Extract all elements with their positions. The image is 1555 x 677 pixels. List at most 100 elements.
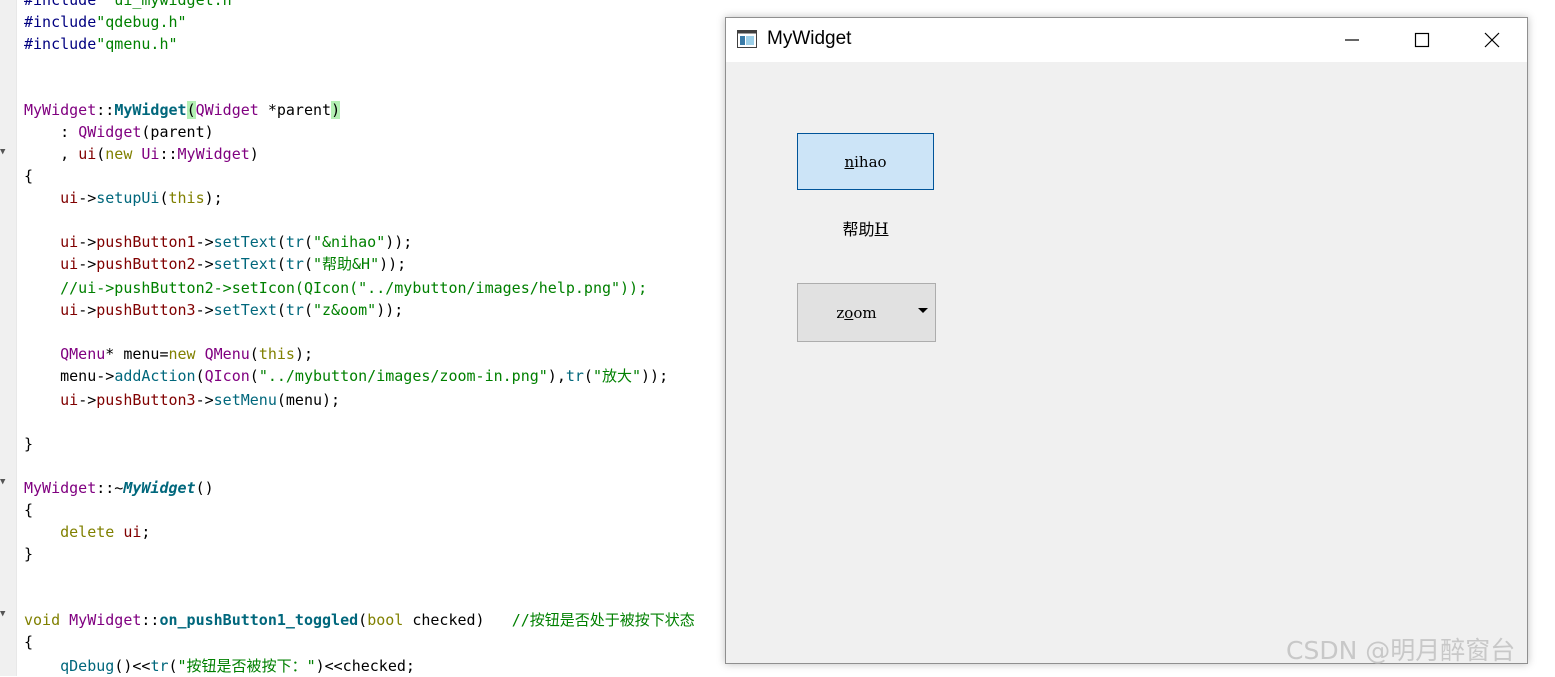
- code-token: MyWidget: [24, 479, 97, 497]
- code-token: pushButton2: [96, 255, 196, 273]
- code-token: QWidget: [195, 101, 259, 119]
- code-token: MyWidget: [123, 479, 196, 497]
- code-token: {: [24, 501, 34, 519]
- code-line: ui->pushButton1->setText(tr("&nihao"));: [24, 231, 412, 253]
- code-token: "&nihao": [313, 233, 386, 251]
- code-token: setText: [213, 255, 277, 273]
- code-line: MyWidget::~MyWidget(): [24, 477, 214, 499]
- code-line: ui->pushButton2->setText(tr("帮助&H"));: [24, 253, 406, 275]
- code-token: QMenu: [60, 345, 106, 363]
- code-token: "帮助&H": [313, 255, 380, 273]
- code-token: "../mybutton/images/zoom-in.png": [258, 367, 548, 385]
- fold-marker-icon[interactable]: ▼: [0, 609, 5, 619]
- code-token: tr: [285, 233, 304, 251]
- code-line: }: [24, 433, 33, 455]
- code-token: "qdebug.h": [96, 13, 187, 31]
- code-token: ));: [376, 301, 404, 319]
- code-token: #include: [24, 0, 106, 9]
- code-token: (: [168, 657, 178, 675]
- code-token: ui: [123, 523, 142, 541]
- code-token: tr: [150, 657, 169, 675]
- app-window-icon: [737, 30, 757, 48]
- code-token: //ui->pushButton2->setIcon(QIcon("../myb…: [24, 279, 648, 297]
- zoom-button[interactable]: z o om: [797, 283, 936, 342]
- code-line: {: [24, 499, 33, 521]
- code-line: void MyWidget::on_pushButton1_toggled(bo…: [24, 609, 695, 631]
- dropdown-arrow-icon[interactable]: [918, 308, 928, 314]
- code-token: (: [358, 611, 368, 629]
- code-token: );: [204, 189, 223, 207]
- code-token: ->: [78, 255, 97, 273]
- code-token: (: [195, 367, 205, 385]
- code-token: (: [186, 101, 196, 119]
- code-token: ()<<: [114, 657, 151, 675]
- code-token: tr: [285, 301, 304, 319]
- code-line: menu->addAction(QIcon("../mybutton/image…: [24, 365, 668, 387]
- code-line: MyWidget::MyWidget(QWidget *parent): [24, 99, 341, 121]
- code-token: (: [276, 255, 286, 273]
- help-mnemonic: H: [874, 218, 889, 238]
- code-token: *parent: [258, 101, 332, 119]
- code-token: MyWidget: [114, 101, 187, 119]
- editor-gutter: ▼ ▼ ▼: [0, 0, 17, 676]
- help-button[interactable]: 帮助 H: [797, 210, 934, 246]
- fold-marker-icon[interactable]: ▼: [0, 477, 5, 487]
- code-token: ));: [641, 367, 669, 385]
- code-token: ->: [78, 301, 97, 319]
- code-token: "z&oom": [313, 301, 377, 319]
- code-token: (): [195, 479, 214, 497]
- fold-marker-icon[interactable]: ▼: [0, 147, 5, 157]
- code-token: ;: [141, 523, 151, 541]
- minimize-button[interactable]: [1317, 18, 1387, 62]
- code-token: (: [303, 233, 313, 251]
- code-token: ui: [60, 189, 79, 207]
- code-token: * menu=: [105, 345, 169, 363]
- code-token: (: [96, 145, 106, 163]
- close-icon: [1484, 32, 1500, 48]
- code-token: {: [24, 633, 34, 651]
- code-token: tr: [285, 255, 304, 273]
- title-bar[interactable]: MyWidget: [726, 18, 1527, 62]
- code-token: "qmenu.h": [96, 35, 178, 53]
- code-token: checked): [403, 611, 512, 629]
- code-token: (: [276, 301, 286, 319]
- code-token: setMenu: [213, 391, 277, 409]
- code-token: tr: [565, 367, 584, 385]
- code-token: (: [249, 367, 259, 385]
- code-line: delete ui;: [24, 521, 150, 543]
- help-label: 帮助: [842, 220, 875, 239]
- code-token: ::: [141, 611, 160, 629]
- code-line: ui->setupUi(this);: [24, 187, 223, 209]
- code-token: ));: [385, 233, 413, 251]
- code-token: ,: [24, 145, 79, 163]
- watermark: CSDN @明月醉窗台: [1286, 636, 1516, 665]
- zoom-label-rest: om: [853, 303, 877, 322]
- code-token: ::: [159, 145, 178, 163]
- code-token: )<<checked;: [315, 657, 415, 675]
- code-token: ::: [96, 101, 115, 119]
- maximize-button[interactable]: [1387, 18, 1457, 62]
- window-client-area: n ihao 帮助 H z o om: [726, 62, 1527, 663]
- code-token: setText: [213, 233, 277, 251]
- code-token: ),: [547, 367, 566, 385]
- close-button[interactable]: [1457, 18, 1527, 62]
- code-token: this: [168, 189, 205, 207]
- code-token: ui: [60, 233, 79, 251]
- code-token: ->: [78, 189, 97, 207]
- code-token: setText: [213, 301, 277, 319]
- nihao-button[interactable]: n ihao: [797, 133, 934, 190]
- code-token: new: [168, 345, 196, 363]
- mywidget-window: MyWidget n ihao 帮助 H z o om: [725, 17, 1528, 664]
- code-token: ui: [60, 255, 79, 273]
- code-token: qDebug: [60, 657, 115, 675]
- code-token: pushButton3: [96, 391, 196, 409]
- code-token: }: [24, 545, 34, 563]
- code-token: (menu);: [276, 391, 341, 409]
- code-token: }: [24, 435, 34, 453]
